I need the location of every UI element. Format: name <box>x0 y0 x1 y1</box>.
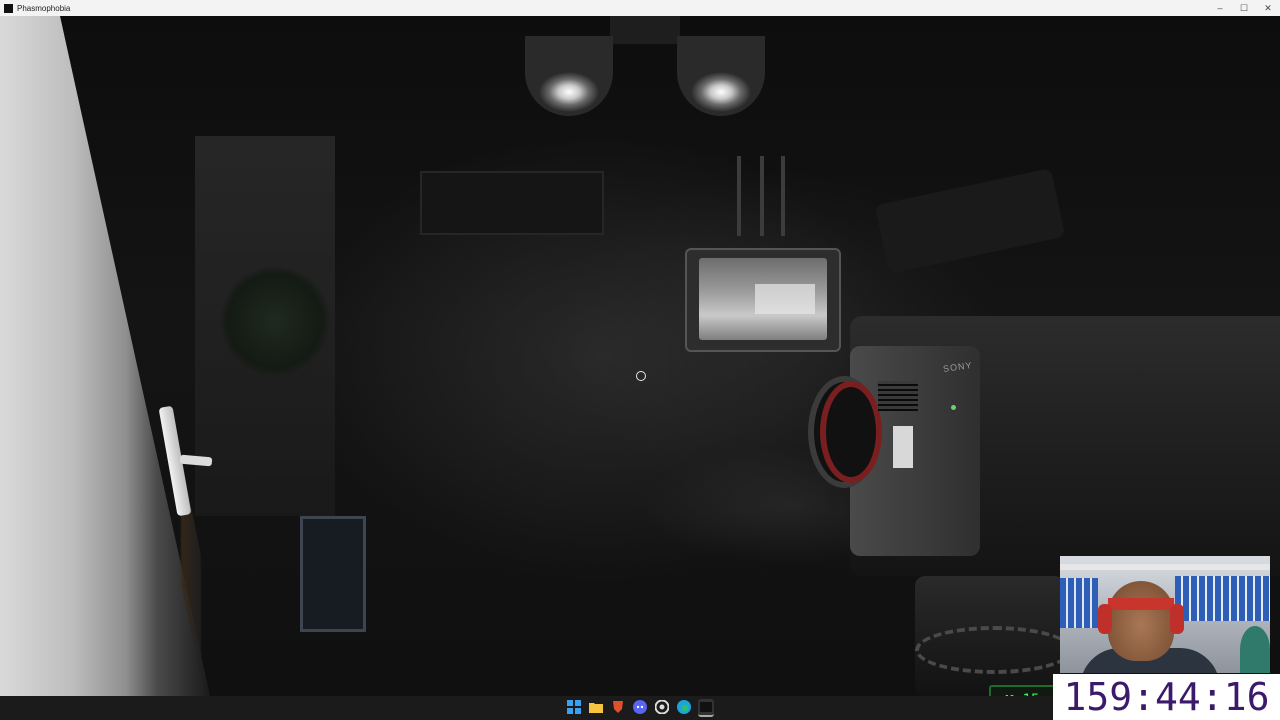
camera-side-display <box>893 426 913 468</box>
door-handle-lever[interactable] <box>179 454 213 467</box>
window-controls: – ☐ ✕ <box>1208 0 1280 16</box>
window-title-bar: Phasmophobia – ☐ ✕ <box>0 0 1280 17</box>
webcam-binders <box>1175 576 1270 621</box>
taskbar-icons <box>566 699 714 717</box>
headphones-icon <box>1098 604 1112 634</box>
file-explorer-icon[interactable] <box>588 699 604 715</box>
webcam-shelf <box>1060 564 1270 570</box>
chrome-icon[interactable] <box>654 699 670 715</box>
maximize-button[interactable]: ☐ <box>1232 0 1256 16</box>
tripod-ring <box>915 626 1073 674</box>
webcam-headband <box>1108 598 1174 610</box>
window-title: Phasmophobia <box>17 3 71 13</box>
app-icon <box>4 3 13 13</box>
webcam-binders-left <box>1060 578 1098 628</box>
ceiling-mount <box>610 16 680 44</box>
minimize-button[interactable]: – <box>1208 0 1232 16</box>
windows-start-icon[interactable] <box>566 699 582 715</box>
webcam-plant <box>1240 626 1270 673</box>
camera-antenna <box>781 156 785 236</box>
ceiling-lamp-left <box>525 36 613 116</box>
camera-monitor <box>685 248 841 352</box>
crosshair-icon <box>636 371 646 381</box>
camera-antenna <box>760 156 764 236</box>
edge-icon[interactable] <box>676 699 692 715</box>
taskbar <box>0 696 1053 720</box>
shelf <box>300 516 366 632</box>
camera-monitor-screen <box>699 258 827 340</box>
window-frame <box>420 171 604 235</box>
webcam-person-head <box>1108 581 1174 661</box>
webcam-overlay <box>1060 556 1270 673</box>
brave-browser-icon[interactable] <box>610 699 626 715</box>
potted-plant <box>220 266 330 376</box>
camera-vent <box>878 381 918 411</box>
camera-lens-ring <box>820 381 882 483</box>
stream-timer: 159:44:16 <box>1053 674 1280 720</box>
close-button[interactable]: ✕ <box>1256 0 1280 16</box>
discord-icon[interactable] <box>632 699 648 715</box>
monitor-feed-detail <box>755 284 815 314</box>
camera-antenna <box>737 156 741 236</box>
ceiling-lamp-right <box>677 36 765 116</box>
camera-status-led <box>951 405 956 410</box>
camera-top-handle <box>874 168 1066 274</box>
headphones-icon <box>1170 604 1184 634</box>
game-app-icon[interactable] <box>698 699 714 717</box>
